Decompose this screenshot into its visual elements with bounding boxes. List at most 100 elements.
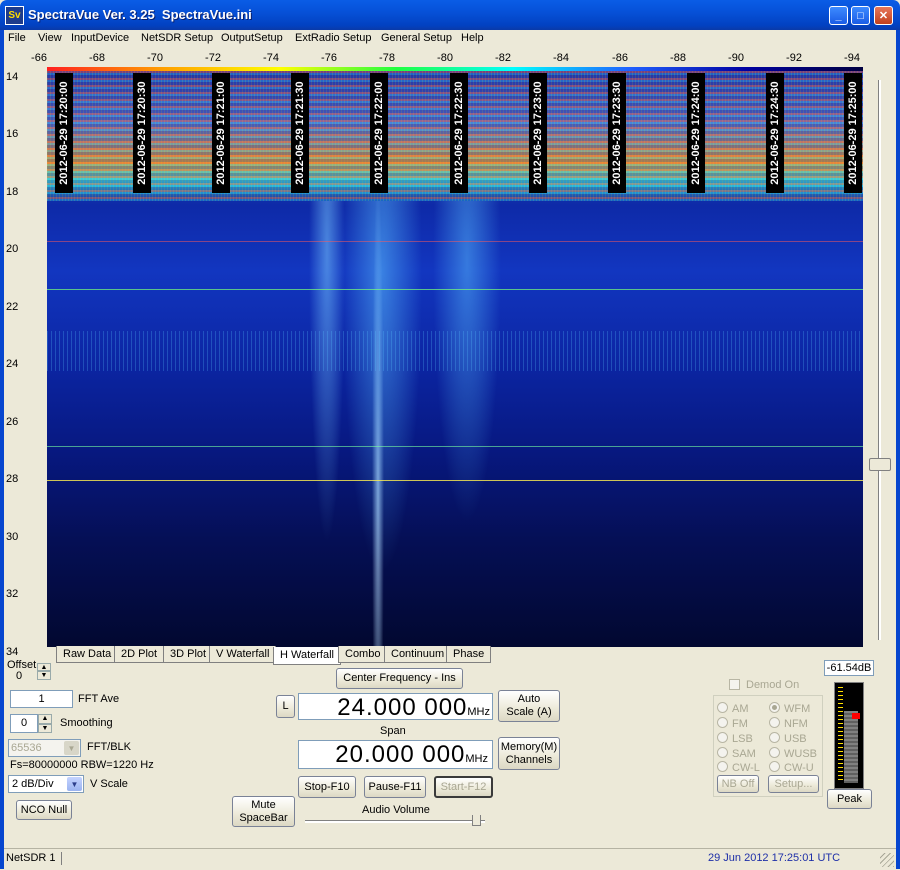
start-button[interactable]: Start-F12 [434, 776, 493, 798]
x-tick: -72 [205, 52, 221, 64]
radio-button-icon [769, 702, 780, 713]
stop-button[interactable]: Stop-F10 [298, 776, 356, 798]
span-label: Span [380, 725, 406, 737]
radio-wfm[interactable]: WFM [769, 702, 810, 715]
waterfall-trace [47, 480, 863, 481]
pause-button[interactable]: Pause-F11 [364, 776, 426, 798]
center-frequency-value: 24.000 000 [337, 694, 468, 721]
peak-button[interactable]: Peak [827, 789, 872, 809]
offset-down-button[interactable]: ▼ [37, 671, 51, 680]
nb-off-button[interactable]: NB Off [717, 775, 759, 793]
meter-bar [844, 711, 858, 783]
audio-volume-slider[interactable] [305, 820, 485, 823]
timestamp-marker: 2012-06-29 17:25:00 [844, 73, 862, 193]
mute-button[interactable]: Mute SpaceBar [232, 796, 295, 827]
radio-cw-u[interactable]: CW-U [769, 761, 814, 774]
y-tick: 34 [6, 646, 19, 658]
radio-am[interactable]: AM [717, 702, 749, 715]
timestamp-marker: 2012-06-29 17:23:30 [608, 73, 626, 193]
vscale-select[interactable]: 2 dB/Div ▼ [8, 775, 84, 793]
y-tick: 30 [6, 531, 19, 543]
vertical-offset-slider-thumb[interactable] [869, 458, 891, 471]
y-tick: 28 [6, 473, 19, 485]
tab-v-waterfall[interactable]: V Waterfall [209, 646, 277, 663]
timestamp-marker: 2012-06-29 17:23:00 [529, 73, 547, 193]
waterfall-trace [47, 446, 863, 447]
menu-netsdr-setup[interactable]: NetSDR Setup [141, 32, 213, 44]
resize-grip-icon[interactable] [880, 853, 894, 867]
status-bar: NetSDR 1 29 Jun 2012 17:25:01 UTC [4, 848, 896, 870]
minimize-button[interactable]: _ [829, 6, 848, 25]
offset-up-button[interactable]: ▲ [37, 663, 51, 671]
lock-button[interactable]: L [276, 695, 295, 718]
auto-scale-button[interactable]: Auto Scale (A) [498, 690, 560, 722]
close-button[interactable]: ✕ [874, 6, 893, 25]
fft-blk-select[interactable]: 65536 ▼ [8, 739, 81, 757]
waterfall-display[interactable]: 2012-06-29 17:20:00 2012-06-29 17:20:30 … [47, 71, 863, 647]
smoothing-input[interactable]: 0 [10, 714, 38, 733]
y-tick: 22 [6, 301, 19, 313]
tab-continuum[interactable]: Continuum [384, 646, 452, 663]
tab-raw-data[interactable]: Raw Data [56, 646, 119, 663]
radio-cw-l[interactable]: CW-L [717, 761, 760, 774]
maximize-button[interactable]: □ [851, 6, 870, 25]
vertical-offset-slider-track[interactable] [878, 80, 881, 640]
x-tick: -94 [844, 52, 860, 64]
app-icon[interactable]: Sv [5, 6, 24, 25]
x-tick: -90 [728, 52, 744, 64]
window-frame-left [0, 30, 4, 869]
timestamp-marker: 2012-06-29 17:21:30 [291, 73, 309, 193]
status-divider [61, 852, 62, 865]
radio-button-icon [717, 732, 728, 743]
smoothing-down-button[interactable]: ▼ [38, 724, 52, 733]
waterfall-noise-band [47, 331, 863, 371]
y-tick: 26 [6, 416, 19, 428]
nco-null-button[interactable]: NCO Null [16, 800, 72, 820]
tab-phase[interactable]: Phase [446, 646, 492, 663]
status-device: NetSDR 1 [6, 852, 56, 864]
menu-general-setup[interactable]: General Setup [381, 32, 452, 44]
radio-button-icon [717, 702, 728, 713]
radio-lsb[interactable]: LSB [717, 732, 753, 745]
span-input[interactable]: 20.000 000MHz [298, 740, 493, 769]
menu-extradio-setup[interactable]: ExtRadio Setup [295, 32, 371, 44]
fft-ave-label: FFT Ave [78, 693, 120, 705]
timestamp-marker: 2012-06-29 17:20:30 [133, 73, 151, 193]
radio-fm[interactable]: FM [717, 717, 748, 730]
menu-view[interactable]: View [38, 32, 62, 44]
audio-volume-thumb[interactable] [472, 815, 481, 826]
chevron-down-icon: ▼ [64, 741, 79, 755]
tab-combo[interactable]: Combo [338, 646, 388, 663]
x-tick: -82 [495, 52, 511, 64]
y-tick: 32 [6, 588, 19, 600]
tab-h-waterfall[interactable]: H Waterfall [273, 647, 341, 665]
radio-nfm[interactable]: NFM [769, 717, 808, 730]
demod-setup-button[interactable]: Setup... [768, 775, 819, 793]
offset-value: 0 [16, 670, 23, 682]
center-frequency-unit: MHz [467, 706, 490, 718]
y-tick: 18 [6, 186, 19, 198]
memory-channels-button[interactable]: Memory(M) Channels [498, 737, 560, 770]
radio-usb[interactable]: USB [769, 732, 807, 745]
tab-2d-plot[interactable]: 2D Plot [114, 646, 165, 663]
radio-button-icon [717, 761, 728, 772]
timestamp-marker: 2012-06-29 17:20:00 [55, 73, 73, 193]
tab-3d-plot[interactable]: 3D Plot [163, 646, 214, 663]
center-frequency-input[interactable]: 24.000 000MHz [298, 693, 493, 721]
x-tick: -70 [147, 52, 163, 64]
fft-ave-input[interactable]: 1 [10, 690, 73, 708]
smoothing-up-button[interactable]: ▲ [38, 714, 52, 724]
chevron-down-icon: ▼ [67, 777, 82, 791]
menu-outputsetup[interactable]: OutputSetup [221, 32, 283, 44]
demod-checkbox[interactable] [729, 679, 740, 690]
vscale-value: 2 dB/Div [12, 778, 54, 790]
radio-wusb[interactable]: WUSB [769, 747, 817, 760]
menu-file[interactable]: File [8, 32, 26, 44]
center-frequency-button[interactable]: Center Frequency - Ins [336, 668, 463, 689]
x-tick: -76 [321, 52, 337, 64]
status-datetime: 29 Jun 2012 17:25:01 UTC [708, 852, 841, 864]
menu-inputdevice[interactable]: InputDevice [71, 32, 129, 44]
radio-sam[interactable]: SAM [717, 747, 756, 760]
menu-help[interactable]: Help [461, 32, 484, 44]
y-tick: 16 [6, 128, 19, 140]
